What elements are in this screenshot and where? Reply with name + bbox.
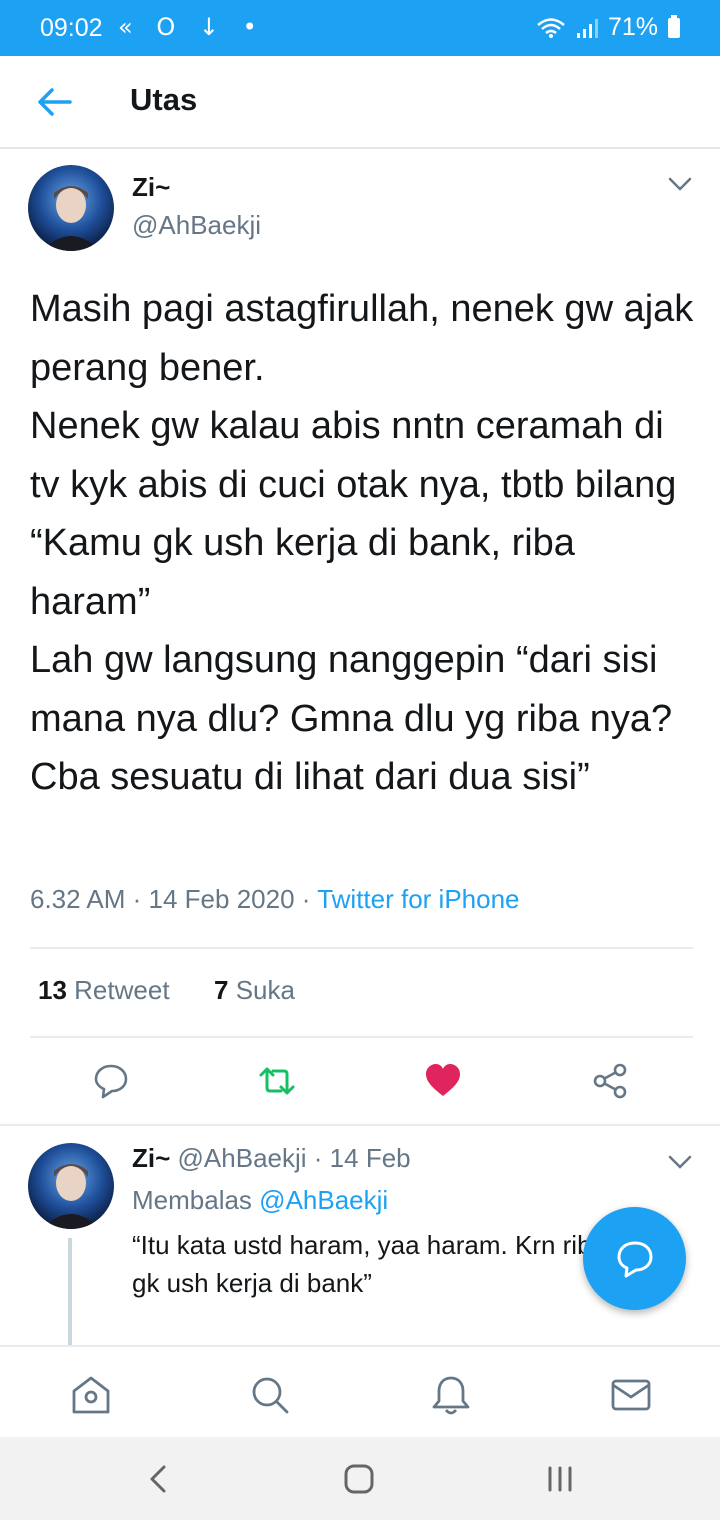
app-header: Utas: [0, 56, 720, 149]
back-arrow-icon[interactable]: [34, 84, 74, 120]
like-heart-icon[interactable]: [423, 1061, 463, 1101]
chevron-down-icon[interactable]: [667, 176, 693, 192]
retweet-label[interactable]: Retweet: [74, 975, 169, 1005]
avatar-image: [28, 1143, 114, 1229]
compose-reply-icon: [617, 1241, 653, 1278]
messages-mail-icon[interactable]: [609, 1373, 653, 1417]
divider: [0, 1124, 720, 1126]
page-title: Utas: [130, 82, 198, 117]
back-icon[interactable]: [139, 1459, 179, 1499]
replying-prefix: Membalas: [132, 1185, 252, 1215]
author-handle[interactable]: @AhBaekji: [132, 210, 261, 241]
avatar-image: [28, 165, 114, 251]
replying-to: Membalas @AhBaekji: [132, 1185, 388, 1216]
reply-date: 14 Feb: [329, 1143, 411, 1173]
notification-icons: « O ↓ •: [118, 13, 265, 41]
recents-icon[interactable]: [540, 1459, 580, 1499]
retweet-icon[interactable]: [257, 1061, 297, 1101]
wifi-icon: [537, 17, 565, 38]
bottom-nav: [0, 1345, 720, 1437]
chevron-down-icon[interactable]: [667, 1154, 693, 1170]
tweet-time: 6.32 AM: [30, 884, 126, 914]
replying-mention[interactable]: @AhBaekji: [259, 1185, 388, 1215]
tweet-date: 14 Feb 2020: [148, 884, 295, 914]
home-button-icon[interactable]: [339, 1459, 379, 1499]
thread-line: [68, 1238, 72, 1346]
tweet-source-link[interactable]: Twitter for iPhone: [317, 884, 519, 914]
divider: [30, 1036, 693, 1038]
signal-icon: [576, 18, 598, 38]
notifications-bell-icon[interactable]: [429, 1373, 473, 1417]
author-name[interactable]: Zi~: [132, 172, 170, 203]
like-count[interactable]: 7: [214, 975, 228, 1005]
avatar[interactable]: [28, 165, 114, 251]
tweet-text: Masih pagi astagfirullah, nenek gw ajak …: [30, 288, 694, 798]
like-label[interactable]: Suka: [236, 975, 295, 1005]
divider: [30, 947, 693, 949]
status-time: 09:02: [40, 14, 103, 42]
battery-percent: 71%: [607, 13, 658, 41]
system-nav-bar: [0, 1437, 720, 1520]
status-right: 71%: [536, 13, 680, 42]
share-icon[interactable]: [590, 1061, 630, 1101]
tweet-meta: 6.32 AM · 14 Feb 2020 · Twitter for iPho…: [30, 884, 520, 914]
home-icon[interactable]: [69, 1373, 113, 1417]
reply-author-name[interactable]: Zi~: [132, 1143, 170, 1173]
status-bar: 09:02 « O ↓ • 71%: [0, 0, 720, 56]
reply-avatar[interactable]: [28, 1143, 114, 1229]
retweet-count[interactable]: 13: [38, 975, 67, 1005]
reply-author-handle[interactable]: @AhBaekji: [178, 1143, 307, 1173]
reply-header: Zi~ @AhBaekji · 14 Feb: [132, 1143, 411, 1173]
battery-icon: [668, 14, 680, 38]
reply-icon[interactable]: [91, 1061, 131, 1101]
search-icon[interactable]: [248, 1373, 292, 1417]
compose-button[interactable]: [583, 1207, 686, 1310]
tweet-stats: 13 Retweet 7 Suka: [38, 975, 295, 1006]
